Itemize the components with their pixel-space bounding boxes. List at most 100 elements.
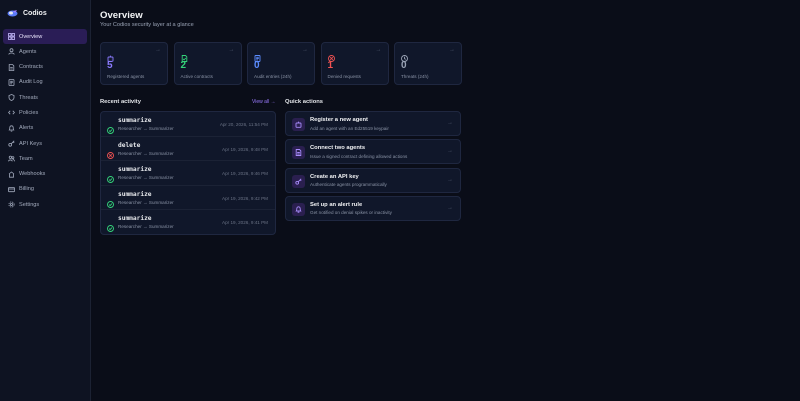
brand-name: Codios: [23, 10, 47, 17]
sidebar-item-label: Alerts: [19, 125, 34, 132]
arrow-right-icon: →: [447, 120, 453, 126]
sidebar-item-billing[interactable]: Billing: [3, 182, 87, 197]
webhook-icon: [8, 171, 15, 178]
stat-card-audit-entries[interactable]: → 0 Audit entries (24h): [247, 42, 315, 85]
arrow-right-icon: →: [447, 176, 453, 183]
view-all-link[interactable]: View all →: [252, 99, 276, 105]
stat-value: 0: [401, 60, 407, 71]
quick-action-alert-rule[interactable]: Set up an alert rule Get notified on den…: [285, 195, 461, 221]
activity-action: delete: [118, 141, 141, 149]
arrow-right-icon: →: [228, 47, 235, 53]
stat-value: 2: [180, 60, 187, 71]
quick-actions-list: Register a new agent Add an agent with a…: [285, 111, 461, 224]
activity-time: Apr 20, 2026, 11:54 PM: [219, 122, 268, 127]
arrow-right-icon: →: [302, 47, 308, 53]
activity-row[interactable]: summarize Researcher → Summarizer Apr 19…: [101, 186, 275, 211]
key-icon: [8, 140, 15, 147]
quick-actions-title: Quick actions: [285, 99, 324, 105]
shield-icon: [8, 94, 15, 102]
stat-card-active-contracts[interactable]: → 2 Active contracts: [173, 42, 242, 85]
document-icon: [8, 63, 15, 71]
page-subtitle: Your Codios security layer at a glance: [100, 22, 194, 28]
grid-icon: [8, 33, 15, 40]
stat-card-denied-requests[interactable]: → 1 Denied requests: [320, 42, 389, 85]
key-icon: [292, 174, 305, 188]
agent-icon: [292, 118, 305, 131]
gear-icon: [8, 201, 15, 208]
sidebar-nav: Overview Agents Contracts Audit Log Thre…: [0, 29, 90, 212]
activity-path: Researcher → Summarizer: [118, 126, 174, 131]
sidebar-item-agents[interactable]: Agents: [3, 44, 87, 59]
brand[interactable]: Codios: [0, 0, 90, 22]
quick-action-register-agent[interactable]: Register a new agent Add an agent with a…: [285, 111, 461, 136]
stat-value: 0: [254, 60, 260, 71]
sidebar-item-label: Team: [19, 155, 33, 162]
activity-row[interactable]: delete Researcher → Summarizer Apr 19, 2…: [101, 137, 275, 162]
quick-action-title: Register a new agent: [310, 117, 368, 123]
activity-row[interactable]: summarize Researcher → Summarizer Apr 19…: [101, 161, 275, 186]
check-circle-icon: [107, 170, 114, 184]
sidebar-item-alerts[interactable]: Alerts: [3, 121, 87, 136]
sidebar-item-label: Settings: [19, 201, 40, 208]
stat-card-registered-agents[interactable]: → 5 Registered agents: [100, 42, 168, 85]
quick-action-title: Set up an alert rule: [310, 201, 363, 208]
stat-card-threats[interactable]: → 0 Threats (24h): [394, 42, 462, 85]
quick-action-desc: Add an agent with an Ed25519 keypair: [310, 125, 389, 131]
page-title: Overview: [100, 10, 143, 21]
arrow-right-icon: →: [449, 47, 455, 53]
sidebar-item-team[interactable]: Team: [3, 151, 87, 166]
sidebar-item-audit-log[interactable]: Audit Log: [3, 75, 87, 90]
stat-value: 1: [327, 60, 334, 71]
sidebar-item-label: Threats: [19, 94, 38, 101]
recent-activity-title: Recent activity: [100, 99, 141, 105]
sidebar-item-label: Contracts: [19, 64, 43, 71]
sidebar-item-label: Audit Log: [19, 79, 43, 86]
team-icon: [8, 155, 15, 162]
activity-action: summarize: [118, 117, 152, 124]
check-circle-icon: [107, 195, 114, 208]
stat-label: Active contracts: [180, 74, 213, 79]
sidebar-item-webhooks[interactable]: Webhooks: [3, 167, 87, 182]
check-circle-icon: [107, 219, 114, 233]
sidebar-item-contracts[interactable]: Contracts: [3, 60, 87, 75]
activity-time: Apr 19, 2026, 9:48 PM: [222, 146, 268, 152]
activity-row[interactable]: summarize Researcher → Summarizer Apr 20…: [101, 112, 275, 137]
sidebar-item-label: Webhooks: [19, 171, 46, 178]
quick-action-connect-agents[interactable]: Connect two agents Issue a signed contra…: [285, 139, 461, 165]
sidebar-item-threats[interactable]: Threats: [3, 90, 87, 105]
sidebar-item-label: Policies: [19, 109, 39, 116]
stat-label: Denied requests: [327, 74, 361, 79]
quick-action-desc: Get notified on denial spikes or inactiv…: [310, 210, 392, 216]
sidebar-item-policies[interactable]: Policies: [3, 105, 87, 120]
sidebar-item-settings[interactable]: Settings: [3, 197, 87, 212]
activity-path: Researcher → Summarizer: [118, 199, 174, 205]
sidebar-item-label: API Keys: [19, 140, 43, 147]
activity-action: summarize: [118, 166, 152, 174]
users-icon: [8, 48, 15, 55]
agent-icon: [107, 49, 114, 62]
activity-time: Apr 19, 2026, 9:46 PM: [222, 171, 268, 177]
clock-icon: [401, 49, 408, 62]
activity-path: Researcher → Summarizer: [118, 224, 174, 230]
sidebar-item-label: Billing: [19, 186, 34, 193]
activity-action: summarize: [118, 190, 152, 198]
bell-icon: [292, 202, 305, 216]
quick-action-create-api-key[interactable]: Create an API key Authenticate agents pr…: [285, 167, 461, 193]
codios-logo-icon: [7, 9, 18, 18]
recent-activity-list: summarize Researcher → Summarizer Apr 20…: [100, 111, 276, 235]
arrow-right-icon: →: [447, 204, 453, 211]
activity-path: Researcher → Summarizer: [118, 175, 174, 181]
contract-icon: [181, 49, 188, 62]
sidebar-item-api-keys[interactable]: API Keys: [3, 136, 87, 151]
sidebar-item-label: Overview: [19, 33, 43, 40]
stat-label: Audit entries (24h): [254, 74, 292, 79]
stat-label: Registered agents: [107, 74, 145, 79]
arrow-right-icon: →: [375, 47, 382, 53]
arrow-right-icon: →: [447, 148, 453, 155]
denied-icon: [327, 49, 335, 62]
sidebar-item-overview[interactable]: Overview: [3, 29, 87, 44]
contract-icon: [292, 146, 305, 160]
log-icon: [8, 78, 15, 86]
activity-row[interactable]: summarize Researcher → Summarizer Apr 19…: [101, 210, 275, 234]
sidebar-item-label: Agents: [19, 48, 37, 55]
